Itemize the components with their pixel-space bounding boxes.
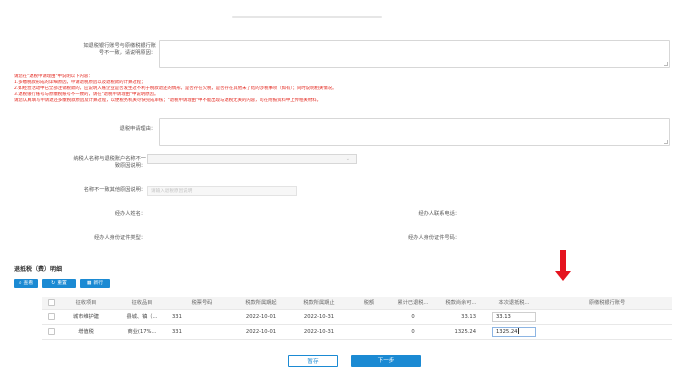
cell-ticket: 331	[172, 309, 232, 325]
cell-current[interactable]: 33.13	[486, 309, 542, 325]
other-reason-input[interactable]: 请输入退税原因说明	[147, 186, 297, 196]
cell-amount	[348, 324, 390, 340]
text-caret	[518, 327, 520, 334]
chevron-down-icon: ⌄	[345, 156, 350, 162]
cell-remaining: 1325.24	[436, 324, 486, 340]
section-title: 退抵税（费）明细	[14, 266, 63, 273]
table-header-row: 征收项目 征收品目 税票号码 税款所属期起 税款所属期止 税额 累计已退税...…	[42, 297, 672, 310]
refund-reason-label: 退税申请理由：	[119, 126, 156, 132]
other-reason-label: 名称不一致其他原因说明：	[83, 187, 146, 193]
annotation-arrow-shaft	[560, 250, 566, 272]
cell-end: 2022-10-31	[290, 324, 348, 340]
column-header: 征收项目	[60, 297, 112, 310]
column-header: 原缴税银行账号	[542, 297, 672, 310]
select-all-checkbox[interactable]	[47, 299, 55, 307]
notice-text: 请您在"退税申请理由"中说明以下内容： 1.多缴税款形成的详细原因，申请退税原因…	[14, 74, 674, 104]
row-checkbox[interactable]	[47, 328, 55, 335]
column-header: 累计已退税...	[390, 297, 436, 310]
refresh-icon: ↻	[51, 281, 56, 286]
column-header: 本次退抵税...	[486, 297, 542, 310]
notice-line: 请您认真填写申请退还多缴税款原因及计算过程，以便税务机关尽快完成审核；"退税申请…	[14, 97, 321, 103]
column-header: 税款尚余可...	[436, 297, 486, 310]
cell-current[interactable]: 1325.24	[486, 324, 542, 340]
query-label: 查看	[23, 281, 34, 286]
cell-subitem: 县城、镇（...	[112, 309, 172, 325]
cell-ticket: 331	[172, 324, 232, 340]
table-row[interactable]: 增值税 商业(17%... 331 2022-10-01 2022-10-31 …	[42, 324, 672, 340]
name-mismatch-select[interactable]: ⌄	[147, 154, 357, 164]
new-row-label: 新行	[93, 281, 104, 286]
select-all-cell[interactable]	[42, 297, 60, 310]
current-refund-value: 1325.24	[496, 328, 518, 335]
cell-amount	[348, 309, 390, 325]
scroll-indicator	[232, 16, 382, 18]
cell-account	[542, 309, 672, 325]
cell-subitem: 商业(17%...	[112, 324, 172, 340]
column-header: 税票号码	[172, 297, 232, 310]
cell-end: 2022-10-31	[290, 309, 348, 325]
cell-start: 2022-10-01	[232, 309, 290, 325]
handler-id-no-label: 经办人身份证件号码：	[408, 235, 460, 241]
cell-remaining: 33.13	[436, 309, 486, 325]
current-refund-input[interactable]: 33.13	[492, 311, 536, 322]
row-checkbox[interactable]	[47, 313, 55, 320]
next-step-button[interactable]: 下一步	[351, 355, 421, 367]
cell-account	[542, 324, 672, 340]
handler-id-type-label: 经办人身份证件类型：	[94, 235, 146, 241]
cell-refunded: 0	[390, 309, 436, 325]
row-select-cell[interactable]	[42, 309, 60, 325]
column-header: 征收品目	[112, 297, 172, 310]
cell-start: 2022-10-01	[232, 324, 290, 340]
table-row[interactable]: 城市维护建 县城、镇（... 331 2022-10-01 2022-10-31…	[42, 309, 672, 325]
cell-item: 城市维护建	[60, 309, 112, 325]
refund-reason-textarea[interactable]	[159, 118, 670, 146]
cell-item: 增值税	[60, 324, 112, 340]
handler-name-label: 经办人姓名：	[114, 211, 146, 217]
refund-detail-table: 征收项目 征收品目 税票号码 税款所属期起 税款所属期止 税额 累计已退税...…	[42, 297, 672, 340]
search-icon: ⌕	[18, 281, 22, 286]
row-select-cell[interactable]	[42, 324, 60, 340]
account-mismatch-label: 如退税银行账号与原缴税银行账 号不一致，请说明原因：	[83, 43, 156, 56]
column-header: 税款所属期起	[232, 297, 290, 310]
new-row-button[interactable]: ▦ 新行	[80, 279, 110, 288]
account-mismatch-textarea[interactable]	[159, 40, 670, 68]
query-button[interactable]: ⌕ 查看	[14, 279, 38, 288]
save-draft-button[interactable]: 暂存	[288, 355, 338, 367]
current-refund-input[interactable]: 1325.24	[492, 326, 536, 337]
name-mismatch-label: 纳税人名称与退税账户名称不一 致原因说明：	[73, 156, 146, 169]
reset-label: 重置	[57, 281, 67, 286]
reset-button[interactable]: ↻ 重置	[42, 279, 76, 288]
annotation-arrow-head	[555, 271, 571, 281]
column-header: 税款所属期止	[290, 297, 348, 310]
column-header: 税额	[348, 297, 390, 310]
grid-icon: ▦	[86, 281, 92, 286]
cell-refunded: 0	[390, 324, 436, 340]
handler-phone-label: 经办人联系电话：	[418, 211, 460, 217]
